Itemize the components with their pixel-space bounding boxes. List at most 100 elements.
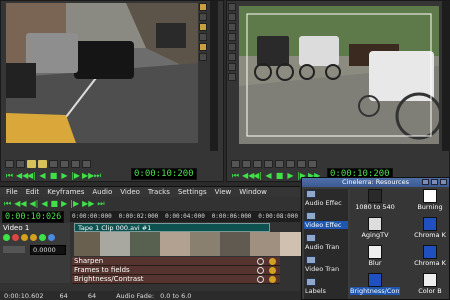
play-track-icon[interactable] (3, 234, 10, 241)
fast-forward-icon[interactable]: ▶▶ (82, 199, 94, 208)
rewind-icon[interactable]: ⏮ (5, 172, 14, 180)
copy-button[interactable] (286, 160, 295, 168)
tool-button[interactable] (199, 23, 207, 31)
next-label-button[interactable] (82, 160, 91, 168)
viewer-scrollbar[interactable] (210, 1, 218, 151)
frame-forward-icon[interactable]: |▶ (71, 172, 80, 180)
gang-icon[interactable] (21, 234, 28, 241)
info-icon[interactable] (228, 73, 236, 81)
effect-item[interactable]: AgingTV (350, 217, 400, 239)
maximize-icon[interactable] (431, 179, 438, 185)
fast-reverse-icon[interactable]: ◀◀ (16, 172, 28, 180)
effect-toggle-icon[interactable] (269, 266, 276, 274)
folder-video-effects[interactable]: Video Effec (304, 211, 348, 233)
folder-labels[interactable]: Labels (304, 277, 348, 299)
menu-window[interactable]: Window (239, 188, 267, 196)
minimize-icon[interactable] (422, 179, 429, 185)
crop-icon[interactable] (228, 53, 236, 61)
frame-back-icon[interactable]: ◀| (253, 172, 262, 180)
time-ruler[interactable]: 0:00:00:000 0:00:02:000 0:00:04:000 0:00… (70, 211, 300, 222)
projector-icon[interactable] (228, 43, 236, 51)
overwrite-button[interactable] (38, 160, 47, 168)
menu-keyframes[interactable]: Keyframes (47, 188, 84, 196)
frame-back-icon[interactable]: ◀| (27, 172, 36, 180)
menu-tracks[interactable]: Tracks (148, 188, 170, 196)
magnify-icon[interactable] (257, 275, 264, 283)
stop-icon[interactable]: ■ (49, 172, 58, 180)
protect-icon[interactable] (228, 3, 236, 11)
splice-button[interactable] (27, 160, 36, 168)
tool-button[interactable] (199, 53, 207, 61)
menu-view[interactable]: View (215, 188, 232, 196)
effect-item[interactable]: Chroma K (405, 245, 450, 267)
fast-reverse-icon[interactable]: ◀◀ (242, 172, 254, 180)
clip-title[interactable]: Tape 1 Clip 000.avi #1 (74, 223, 270, 232)
menu-file[interactable]: File (6, 188, 18, 196)
tool-button[interactable] (199, 3, 207, 11)
label-button[interactable] (60, 160, 69, 168)
magnify-icon[interactable] (228, 13, 236, 21)
menu-settings[interactable]: Settings (178, 188, 207, 196)
out-point-button[interactable] (16, 160, 25, 168)
expand-icon[interactable] (48, 234, 55, 241)
record-track-icon[interactable] (12, 234, 19, 241)
copy-button[interactable] (49, 160, 58, 168)
effect-item[interactable]: Burning (405, 189, 450, 211)
effect-item[interactable]: 1080 to 540 (350, 189, 400, 211)
stop-icon[interactable]: ■ (51, 199, 59, 208)
effect-item[interactable]: Brightness/Contrast (350, 273, 400, 295)
effect-item[interactable]: Color B (405, 273, 450, 295)
frame-forward-icon[interactable]: |▶ (70, 199, 79, 208)
reverse-play-icon[interactable]: ◀ (41, 199, 47, 208)
mask-icon[interactable] (228, 23, 236, 31)
end-icon[interactable]: ⏭ (93, 172, 102, 180)
in-point-button[interactable] (231, 160, 240, 168)
menu-edit[interactable]: Edit (26, 188, 40, 196)
effect-row[interactable]: Frames to fields (72, 266, 280, 275)
stop-icon[interactable]: ■ (275, 172, 284, 180)
tool-button[interactable] (199, 13, 207, 21)
fast-forward-icon[interactable]: ▶▶ (82, 172, 94, 180)
fast-reverse-icon[interactable]: ◀◀ (14, 199, 26, 208)
fade-slider[interactable] (3, 246, 25, 253)
compositor-scrollbar[interactable] (442, 1, 450, 151)
effect-item[interactable]: Blur (350, 245, 400, 267)
mute-icon[interactable] (39, 234, 46, 241)
folder-video-transitions[interactable]: Video Tran (304, 255, 348, 277)
menu-video[interactable]: Video (120, 188, 140, 196)
out-point-button[interactable] (242, 160, 251, 168)
paste-button[interactable] (297, 160, 306, 168)
end-icon[interactable]: ⏭ (97, 199, 104, 209)
menu-audio[interactable]: Audio (92, 188, 112, 196)
reverse-play-icon[interactable]: ◀ (264, 172, 273, 180)
clip-thumbnails[interactable] (74, 232, 309, 256)
label-button[interactable] (308, 160, 317, 168)
cut-button[interactable] (275, 160, 284, 168)
in-point-button[interactable] (5, 160, 14, 168)
effect-toggle-icon[interactable] (269, 257, 276, 265)
camera-icon[interactable] (228, 33, 236, 41)
rewind-icon[interactable]: ⏮ (231, 172, 240, 180)
tool-button[interactable] (199, 33, 207, 41)
close-icon[interactable] (440, 179, 447, 185)
effect-item[interactable]: Chroma K (405, 217, 450, 239)
magnify-icon[interactable] (257, 257, 264, 265)
folder-audio-transitions[interactable]: Audio Tran (304, 233, 348, 255)
effect-row[interactable]: Brightness/Contrast (72, 275, 280, 284)
effect-toggle-icon[interactable] (269, 275, 276, 283)
play-icon[interactable]: ▶ (61, 199, 67, 208)
prev-label-button[interactable] (71, 160, 80, 168)
extract-button[interactable] (264, 160, 273, 168)
play-icon[interactable]: ▶ (286, 172, 295, 180)
rewind-icon[interactable]: ⏮ (4, 199, 11, 209)
frame-back-icon[interactable]: ◀| (30, 199, 39, 208)
folder-audio-effects[interactable]: Audio Effec (304, 189, 348, 211)
play-icon[interactable]: ▶ (60, 172, 69, 180)
fade-field[interactable]: 0.0000 (30, 245, 66, 255)
reverse-play-icon[interactable]: ◀ (38, 172, 47, 180)
lift-button[interactable] (253, 160, 262, 168)
magnify-icon[interactable] (257, 266, 264, 274)
track-name[interactable]: Video 1 (0, 223, 70, 233)
tool-button[interactable] (199, 43, 207, 51)
eyedropper-icon[interactable] (228, 63, 236, 71)
